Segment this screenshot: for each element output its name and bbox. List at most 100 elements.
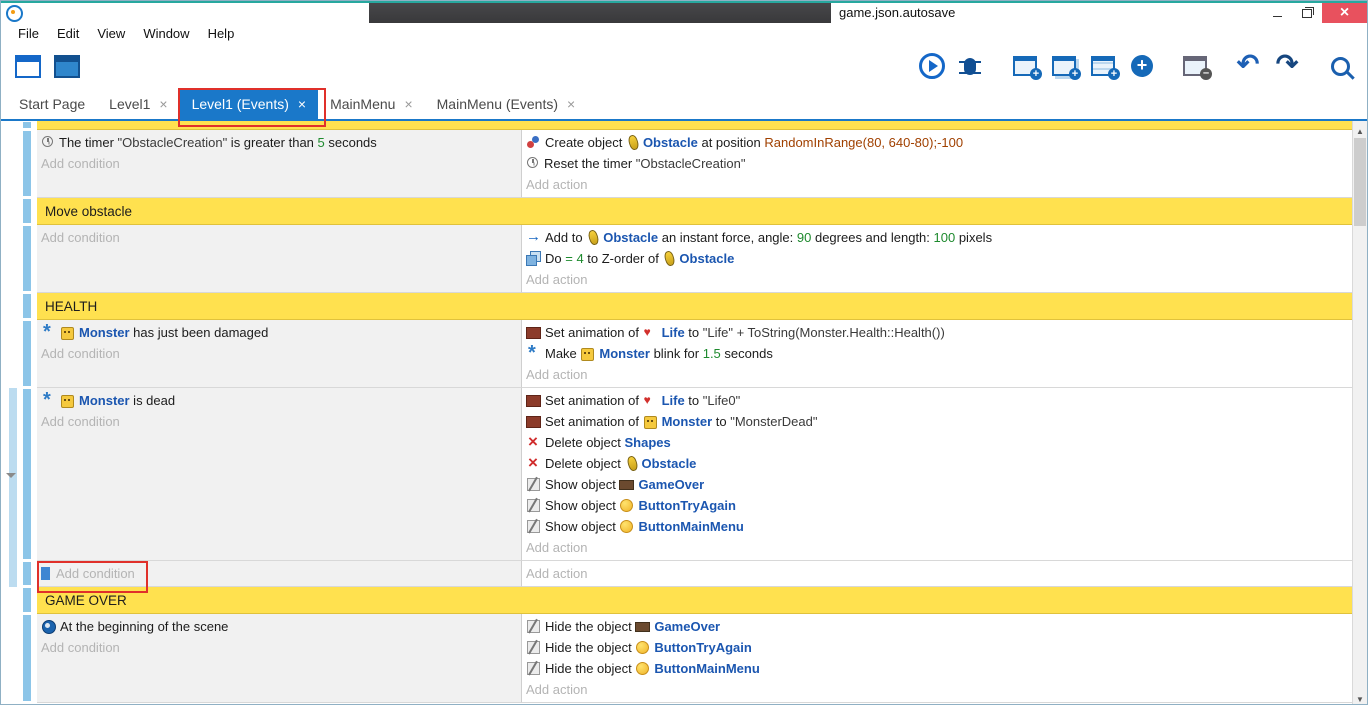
tab-close-icon[interactable]: × (298, 97, 306, 111)
add-condition-placeholder[interactable]: Add condition (41, 637, 517, 658)
vertical-scrollbar[interactable] (1352, 121, 1367, 704)
add-condition-target[interactable]: Add condition (41, 343, 120, 364)
search-button[interactable] (1323, 48, 1357, 84)
tab-close-icon[interactable]: × (567, 97, 575, 111)
condition-line[interactable]: Monster has just been damaged (41, 322, 517, 343)
action-line[interactable]: Show object GameOver (526, 474, 1348, 495)
minimize-button[interactable] (1262, 3, 1292, 23)
add-condition-target[interactable]: Add condition (41, 153, 120, 174)
project-window-button[interactable] (11, 48, 45, 84)
add-action-target[interactable]: Add action (526, 364, 587, 385)
actions-cell[interactable]: Set animation of Life to "Life" + ToStri… (522, 320, 1352, 388)
debug-button[interactable] (953, 48, 987, 84)
actions-cell[interactable]: Set animation of Life to "Life0"Set anim… (522, 388, 1352, 561)
conditions-cell[interactable]: At the beginning of the sceneAdd conditi… (37, 614, 522, 703)
actions-cell[interactable]: Add to Obstacle an instant force, angle:… (522, 225, 1352, 293)
maximize-icon (1302, 9, 1312, 18)
add-condition-target[interactable]: Add condition (41, 411, 120, 432)
add-event-button[interactable] (1008, 48, 1042, 84)
add-action-placeholder[interactable]: Add action (526, 679, 1348, 700)
button-icon (619, 519, 634, 533)
add-condition-target[interactable]: Add condition (41, 563, 135, 584)
disable-event-button[interactable] (1178, 48, 1212, 84)
tab-start-page[interactable]: Start Page (7, 89, 97, 119)
add-event-icon (1013, 56, 1037, 76)
action-line[interactable]: Make Monster blink for 1.5 seconds (526, 343, 1348, 364)
menu-edit[interactable]: Edit (48, 26, 88, 41)
add-condition-target[interactable]: Add condition (41, 227, 120, 248)
conditions-cell[interactable]: Add condition (37, 561, 522, 587)
tab-level1-events[interactable]: Level1 (Events)× (180, 89, 318, 119)
action-line[interactable]: Set animation of Life to "Life" + ToStri… (526, 322, 1348, 343)
conditions-cell[interactable]: Add condition (37, 225, 522, 293)
add-subevent-button[interactable] (1047, 48, 1081, 84)
tab-close-icon[interactable]: × (404, 97, 412, 111)
menu-file[interactable]: File (9, 26, 48, 41)
action-line[interactable]: Delete object Obstacle (526, 453, 1348, 474)
tab-level1[interactable]: Level1× (97, 89, 179, 119)
scroll-down-icon[interactable] (1353, 689, 1367, 704)
add-action-placeholder[interactable]: Add action (526, 563, 1348, 584)
comment-bar[interactable]: HEALTH (37, 293, 1352, 320)
menu-window[interactable]: Window (134, 26, 198, 41)
maximize-button[interactable] (1292, 3, 1322, 23)
add-action-target[interactable]: Add action (526, 269, 587, 290)
add-condition-placeholder[interactable]: Add condition (41, 343, 517, 364)
action-line[interactable]: Do = 4 to Z-order of Obstacle (526, 248, 1348, 269)
string-value: "ObstacleCreation" (636, 156, 746, 171)
add-condition-placeholder[interactable]: Add condition (41, 563, 517, 584)
action-line[interactable]: Set animation of Life to "Life0" (526, 390, 1348, 411)
action-line[interactable]: Hide the object ButtonTryAgain (526, 637, 1348, 658)
add-condition-placeholder[interactable]: Add condition (41, 153, 517, 174)
event-selection-bar (23, 131, 31, 196)
condition-line[interactable]: Monster is dead (41, 390, 517, 411)
add-condition-target[interactable]: Add condition (41, 637, 120, 658)
add-action-target[interactable]: Add action (526, 679, 587, 700)
condition-line[interactable]: At the beginning of the scene (41, 616, 517, 637)
action-line[interactable]: Show object ButtonTryAgain (526, 495, 1348, 516)
add-action-placeholder[interactable]: Add action (526, 174, 1348, 195)
comment-bar[interactable]: Move obstacle (37, 198, 1352, 225)
scene-window-button[interactable] (50, 48, 84, 84)
add-action-placeholder[interactable]: Add action (526, 537, 1348, 558)
action-line[interactable]: Hide the object GameOver (526, 616, 1348, 637)
placeholder-label: Add action (526, 367, 587, 382)
action-line[interactable]: Show object ButtonMainMenu (526, 516, 1348, 537)
conditions-cell[interactable]: Monster is deadAdd condition (37, 388, 522, 561)
tab-mainmenu-events[interactable]: MainMenu (Events)× (425, 89, 588, 119)
play-button[interactable] (914, 48, 948, 84)
add-circle-button[interactable] (1125, 48, 1159, 84)
action-line[interactable]: Delete object Shapes (526, 432, 1348, 453)
action-line[interactable]: Add to Obstacle an instant force, angle:… (526, 227, 1348, 248)
actions-cell[interactable]: Hide the object GameOverHide the object … (522, 614, 1352, 703)
condition-line[interactable]: The timer "ObstacleCreation" is greater … (41, 132, 517, 153)
conditions-cell[interactable]: Monster has just been damagedAdd conditi… (37, 320, 522, 388)
toolbar-left-group (11, 48, 89, 84)
close-button[interactable] (1322, 3, 1367, 23)
conditions-cell[interactable]: The timer "ObstacleCreation" is greater … (37, 130, 522, 198)
action-line[interactable]: Set animation of Monster to "MonsterDead… (526, 411, 1348, 432)
menu-help[interactable]: Help (199, 26, 244, 41)
tab-mainmenu[interactable]: MainMenu× (318, 89, 425, 119)
action-line[interactable]: Create object Obstacle at position Rando… (526, 132, 1348, 153)
scrollbar-thumb[interactable] (1354, 138, 1366, 226)
add-action-placeholder[interactable]: Add action (526, 269, 1348, 290)
add-other-event-button[interactable] (1086, 48, 1120, 84)
actions-cell[interactable]: Create object Obstacle at position Rando… (522, 130, 1352, 198)
action-line[interactable]: Reset the timer "ObstacleCreation" (526, 153, 1348, 174)
add-condition-placeholder[interactable]: Add condition (41, 227, 517, 248)
add-condition-placeholder[interactable]: Add condition (41, 411, 517, 432)
add-action-target[interactable]: Add action (526, 174, 587, 195)
add-action-target[interactable]: Add action (526, 563, 587, 584)
action-line[interactable]: Hide the object ButtonMainMenu (526, 658, 1348, 679)
add-action-placeholder[interactable]: Add action (526, 364, 1348, 385)
redo-button[interactable] (1270, 48, 1304, 84)
add-action-target[interactable]: Add action (526, 537, 587, 558)
actions-cell[interactable]: Add action (522, 561, 1352, 587)
comment-bar[interactable]: GAME OVER (37, 587, 1352, 614)
tab-close-icon[interactable]: × (159, 97, 167, 111)
undo-button[interactable] (1231, 48, 1265, 84)
comment-bar[interactable] (37, 121, 1352, 130)
menu-view[interactable]: View (88, 26, 134, 41)
scroll-up-icon[interactable] (1353, 121, 1367, 136)
